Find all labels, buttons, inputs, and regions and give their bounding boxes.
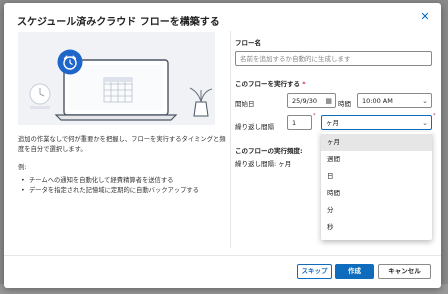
required-mark: * <box>302 80 306 88</box>
footer-divider <box>4 255 441 256</box>
calendar-icon: ▦ <box>325 97 332 105</box>
flow-name-input[interactable]: 名前を追加するか自動的に生成します <box>235 51 432 66</box>
example-item: データを指定された記憶域に定期的に自動バックアップする <box>18 186 230 196</box>
unit-option-month[interactable]: ヶ月 <box>321 134 432 151</box>
chevron-down-icon: ⌄ <box>422 97 428 105</box>
time-select[interactable]: 10:00 AM ⌄ <box>357 93 432 108</box>
flow-name-placeholder: 名前を追加するか自動的に生成します <box>240 55 351 63</box>
run-section-text: このフローを実行する <box>235 80 300 88</box>
repeat-required-mark: * <box>313 113 316 119</box>
unit-option-second[interactable]: 秒 <box>321 219 432 236</box>
create-button[interactable]: 作成 <box>335 264 374 279</box>
run-frequency-summary: 繰り返し間隔: ヶ月 <box>235 160 292 168</box>
alarm-clock-icon <box>57 49 83 75</box>
unit-required-mark: * <box>433 113 436 119</box>
cancel-button[interactable]: キャンセル <box>378 264 431 279</box>
unit-option-hour[interactable]: 時間 <box>321 185 432 202</box>
close-icon[interactable]: ✕ <box>419 11 431 23</box>
time-label: 時間 <box>338 100 351 108</box>
column-divider <box>230 31 231 248</box>
example-item: チームへの通知を自動化して経費精算者を送信する <box>18 176 230 186</box>
skip-button[interactable]: スキップ <box>297 264 332 279</box>
unit-option-day[interactable]: 日 <box>321 168 432 185</box>
description: 追加の作業なしで何が重要かを把握し、フローを実行するタイミングと頻度を自分で選択… <box>18 135 230 196</box>
flow-name-label: フロー名 <box>235 39 261 47</box>
description-text: 追加の作業なしで何が重要かを把握し、フローを実行するタイミングと頻度を自分で選択… <box>18 136 226 153</box>
schedule-illustration <box>18 32 215 125</box>
examples-heading: 例: <box>18 164 27 171</box>
unit-option-week[interactable]: 週間 <box>321 151 432 168</box>
time-value: 10:00 AM <box>362 97 393 105</box>
repeat-unit-value: ヶ月 <box>326 119 339 127</box>
chevron-down-icon: ⌄ <box>422 119 428 127</box>
build-flow-dialog: スケジュール済みクラウド フローを構築する ✕ 追加の作業なしで何が重要かを把握… <box>4 3 441 288</box>
start-date-label: 開始日 <box>235 100 255 108</box>
repeat-unit-select[interactable]: ヶ月 ⌄ <box>321 115 432 130</box>
repeat-label: 繰り返し間隔 <box>235 123 274 131</box>
run-section-label: このフローを実行する * <box>235 78 306 88</box>
repeat-unit-dropdown: ヶ月 週間 日 時間 分 秒 <box>321 132 432 240</box>
unit-option-minute[interactable]: 分 <box>321 202 432 219</box>
repeat-interval-input[interactable]: 1 <box>287 115 312 130</box>
run-frequency-label: このフローの実行頻度: <box>235 147 303 155</box>
repeat-interval-value: 1 <box>292 119 297 127</box>
dialog-title: スケジュール済みクラウド フローを構築する <box>17 17 220 28</box>
start-date-picker[interactable]: 25/9/30 ▦ <box>287 93 336 108</box>
start-date-value: 25/9/30 <box>292 97 318 105</box>
